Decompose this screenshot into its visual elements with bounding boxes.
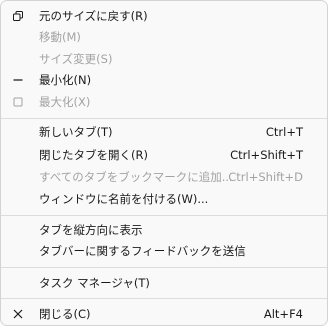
menu-item-resize: サイズ変更(S): [5, 48, 323, 70]
menu-item-label: 閉じる(C): [39, 307, 91, 321]
menu-item-label: 新しいタブ(T): [39, 125, 113, 139]
close-icon: [10, 303, 26, 325]
menu-item-shortcut: Ctrl+Shift+D: [228, 170, 303, 184]
menu-item-label: サイズ変更(S): [39, 52, 113, 66]
window-system-menu: 元のサイズに戻す(R) 移動(M) サイズ変更(S) 最小化(N) 最大化(X)…: [0, 0, 328, 326]
menu-item-label: ウィンドウに名前を付ける(W)...: [39, 192, 209, 206]
menu-item-shortcut: Ctrl+T: [265, 125, 303, 139]
menu-item-name-window[interactable]: ウィンドウに名前を付ける(W)...: [5, 188, 323, 210]
menu-item-minimize[interactable]: 最小化(N): [5, 69, 323, 91]
menu-item-label: タブを縦方向に表示: [39, 223, 143, 237]
minimize-icon: [10, 69, 26, 91]
menu-item-vertical-tabs[interactable]: タブを縦方向に表示: [5, 219, 323, 241]
menu-separator: [1, 118, 327, 119]
menu-item-shortcut: Ctrl+Shift+T: [230, 148, 303, 162]
menu-item-shortcut: Alt+F4: [263, 307, 303, 321]
maximize-icon: [10, 91, 26, 113]
menu-item-label: 最大化(X): [39, 95, 91, 109]
menu-item-reopen-closed-tab[interactable]: 閉じたタブを開く(R) Ctrl+Shift+T: [5, 144, 323, 166]
menu-item-label: タスク マネージャ(T): [39, 276, 150, 290]
menu-item-close[interactable]: 閉じる(C) Alt+F4: [5, 303, 323, 325]
menu-item-label: 最小化(N): [39, 73, 92, 87]
menu-item-maximize: 最大化(X): [5, 91, 323, 113]
menu-item-task-manager[interactable]: タスク マネージャ(T): [5, 272, 323, 294]
menu-item-label: タブバーに関するフィードバックを送信: [39, 244, 246, 258]
menu-separator: [1, 298, 327, 299]
menu-item-bookmark-all-tabs: すべてのタブをブックマークに追加... Ctrl+Shift+D: [5, 166, 323, 188]
menu-separator: [1, 215, 327, 216]
menu-item-move: 移動(M): [5, 26, 323, 48]
menu-item-restore[interactable]: 元のサイズに戻す(R): [5, 5, 323, 27]
menu-separator: [1, 267, 327, 268]
restore-icon: [10, 5, 26, 27]
menu-item-tab-bar-feedback[interactable]: タブバーに関するフィードバックを送信: [5, 240, 323, 262]
menu-item-label: 閉じたタブを開く(R): [39, 148, 148, 162]
menu-item-label: すべてのタブをブックマークに追加...: [39, 170, 233, 184]
menu-item-label: 元のサイズに戻す(R): [39, 9, 148, 23]
menu-item-new-tab[interactable]: 新しいタブ(T) Ctrl+T: [5, 121, 323, 143]
menu-item-label: 移動(M): [39, 30, 81, 44]
